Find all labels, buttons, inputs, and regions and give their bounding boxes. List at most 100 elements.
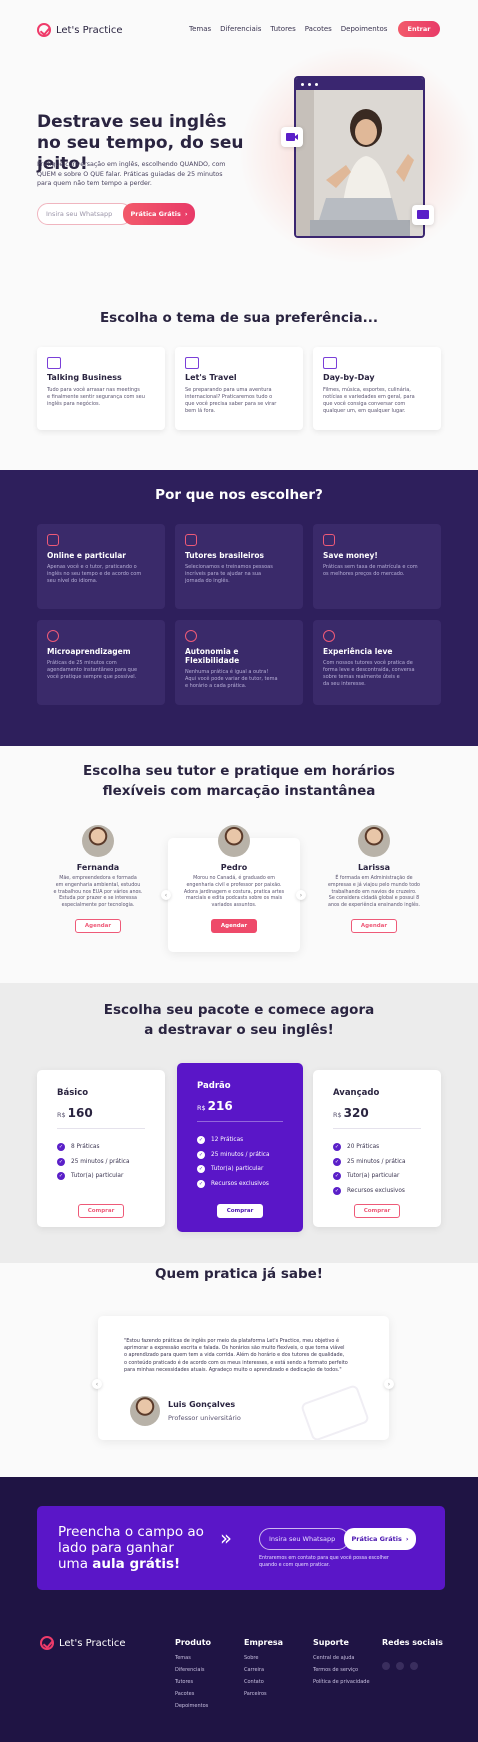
why-card-autonomy: Autonomia e Flexibilidade Nenhuma prátic… <box>175 620 303 705</box>
footer-link[interactable]: Política de privacidade <box>313 1679 370 1685</box>
testimonial-author: Luis Gonçalves <box>168 1400 236 1409</box>
schedule-button[interactable]: Agendar <box>75 918 121 933</box>
hero-image-window <box>294 76 425 238</box>
schedule-button[interactable]: Agendar <box>351 918 397 933</box>
pricing-title: Escolha seu pacote e comece agora a dest… <box>103 1002 375 1038</box>
footer-brand-logo[interactable]: Let's Practice <box>40 1636 126 1650</box>
footer-link[interactable]: Parceiros <box>244 1691 283 1697</box>
nav-depoimentos[interactable]: Depoimentos <box>341 25 388 33</box>
instagram-icon[interactable] <box>382 1662 390 1670</box>
footer-col-produto: Produto Temas Diferenciais Tutores Pacot… <box>175 1638 212 1709</box>
check-icon: ✓ <box>333 1172 341 1180</box>
footer-link[interactable]: Diferenciais <box>175 1667 211 1673</box>
footer-link[interactable]: Depoimentos <box>175 1703 211 1709</box>
brand-logo[interactable]: Let's Practice <box>37 23 123 37</box>
plan-price: 160 <box>67 1106 93 1120</box>
why-card-micro: Microaprendizagem Práticas de 25 minutos… <box>37 620 165 705</box>
check-icon: ✓ <box>197 1179 205 1188</box>
youtube-icon[interactable] <box>410 1662 418 1670</box>
testimonial-next-arrow[interactable]: › <box>384 1379 394 1389</box>
footer-link[interactable]: Central de ajuda <box>313 1655 370 1661</box>
why-card-save: Save money! Práticas sem taxa de matrícu… <box>313 524 441 609</box>
chevron-right-icon: › <box>405 1535 409 1543</box>
window-bar <box>296 78 423 90</box>
footer-link[interactable]: Pacotes <box>175 1691 211 1697</box>
cta-whatsapp-input[interactable]: Insira seu Whatsapp <box>259 1528 349 1550</box>
lock-icon <box>47 534 59 546</box>
theme-card-business[interactable]: Talking Business Tudo para você arrasar … <box>37 347 165 430</box>
plan-price: 320 <box>343 1106 369 1120</box>
why-card-tutors: Tutores brasileiros Selecionamos e trein… <box>175 524 303 609</box>
whatsapp-input[interactable]: Insira seu Whatsapp <box>37 203 132 225</box>
cta-headline: Preencha o campo ao lado para ganhar uma… <box>58 1524 204 1572</box>
edit-icon <box>185 534 197 546</box>
cta-free-practice-button[interactable]: Prática Grátis › <box>344 1528 416 1550</box>
buy-button[interactable]: Comprar <box>78 1204 124 1218</box>
check-circle-icon <box>185 630 197 642</box>
footer-link[interactable]: Sobre <box>244 1655 283 1661</box>
tutors-next-arrow[interactable]: › <box>296 890 306 900</box>
testimonial-prev-arrow[interactable]: ‹ <box>92 1379 102 1389</box>
check-icon: ✓ <box>333 1143 341 1151</box>
footer-col-social: Redes sociais <box>382 1638 443 1674</box>
map-icon <box>185 357 199 369</box>
nav-diferenciais[interactable]: Diferenciais <box>220 25 261 33</box>
clock-icon <box>47 630 59 642</box>
footer-link[interactable]: Tutores <box>175 1679 211 1685</box>
divider <box>57 1128 145 1129</box>
free-practice-button[interactable]: Prática Grátis › <box>123 203 195 225</box>
theme-card-daybyday[interactable]: Day-by-Day Filmes, música, esportes, cul… <box>313 347 441 430</box>
nav-pacotes[interactable]: Pacotes <box>305 25 332 33</box>
themes-title: Escolha o tema de sua preferência... <box>99 310 379 326</box>
check-icon: ✓ <box>57 1157 65 1166</box>
tutor-card-fernanda: Fernanda Mãe, empreendedora e formada em … <box>42 825 154 933</box>
nav-temas[interactable]: Temas <box>189 25 211 33</box>
nav-tutores[interactable]: Tutores <box>270 25 295 33</box>
check-icon: ✓ <box>333 1186 341 1195</box>
testimonial-role: Professor universitário <box>168 1414 241 1422</box>
plan-card-basico: Básico R$ 160 ✓ 8 Práticas ✓ 25 minutos / p… <box>37 1070 165 1227</box>
hero-subtitle: Pratique conversação em inglês, escolhen… <box>37 161 226 187</box>
tutors-prev-arrow[interactable]: ‹ <box>161 890 171 900</box>
avatar <box>218 825 250 857</box>
why-title: Por que nos escolher? <box>155 487 323 503</box>
check-icon: ✓ <box>333 1157 341 1166</box>
check-icon: ✓ <box>57 1143 65 1151</box>
buy-button[interactable]: Comprar <box>354 1203 400 1218</box>
footer-link[interactable]: Contato <box>244 1679 283 1685</box>
footer-link[interactable]: Carreira <box>244 1667 283 1673</box>
avatar <box>358 825 390 857</box>
footer-col-suporte: Suporte Central de ajuda Termos de servi… <box>313 1638 370 1685</box>
coffee-cup-icon <box>323 357 337 369</box>
tutor-card-larissa: Larissa É formada em Administração de emp… <box>318 825 430 933</box>
video-camera-icon <box>281 127 303 147</box>
footer-link[interactable]: Termos de serviço <box>313 1667 370 1673</box>
testimonial-title: Quem pratica já sabe! <box>155 1266 323 1282</box>
tutor-content-pedro: Pedro Morou no Canadá, é graduado em enge… <box>168 825 300 933</box>
plan-card-padrao: Padrão R$ 216 ✓ 12 Práticas ✓ 25 minutos / … <box>177 1063 303 1232</box>
twitter-icon[interactable] <box>396 1662 404 1670</box>
chat-bubble-icon <box>412 205 434 225</box>
buy-button[interactable]: Comprar <box>217 1203 263 1218</box>
avatar <box>82 825 114 857</box>
divider <box>197 1121 283 1122</box>
main-nav: Temas Diferenciais Tutores Pacotes Depoi… <box>189 25 387 33</box>
theme-card-travel[interactable]: Let's Travel Se preparando para uma aven… <box>175 347 303 430</box>
plan-price: 216 <box>207 1099 233 1113</box>
check-icon: ✓ <box>197 1150 205 1159</box>
footer-link[interactable]: Temas <box>175 1655 211 1661</box>
database-icon <box>323 534 335 546</box>
check-icon: ✓ <box>197 1165 205 1173</box>
check-icon: ✓ <box>57 1172 65 1180</box>
tutors-title: Escolha seu tutor e pratique em horários… <box>83 763 395 799</box>
schedule-button[interactable]: Agendar <box>211 918 257 933</box>
chevron-right-icon: › <box>184 210 188 218</box>
check-icon: ✓ <box>197 1136 205 1144</box>
divider <box>333 1128 421 1129</box>
why-card-online: Online e particular Apenas você e o tuto… <box>37 524 165 609</box>
why-card-light: Experiência leve Com nossos tutores você… <box>313 620 441 705</box>
plan-card-avancado: Avançado R$ 320 ✓ 20 Práticas ✓ 25 minutos … <box>313 1070 441 1227</box>
login-button[interactable]: Entrar <box>398 21 440 37</box>
double-chevron-icon: ›› <box>220 1526 232 1550</box>
logo-check-icon <box>40 1636 54 1650</box>
